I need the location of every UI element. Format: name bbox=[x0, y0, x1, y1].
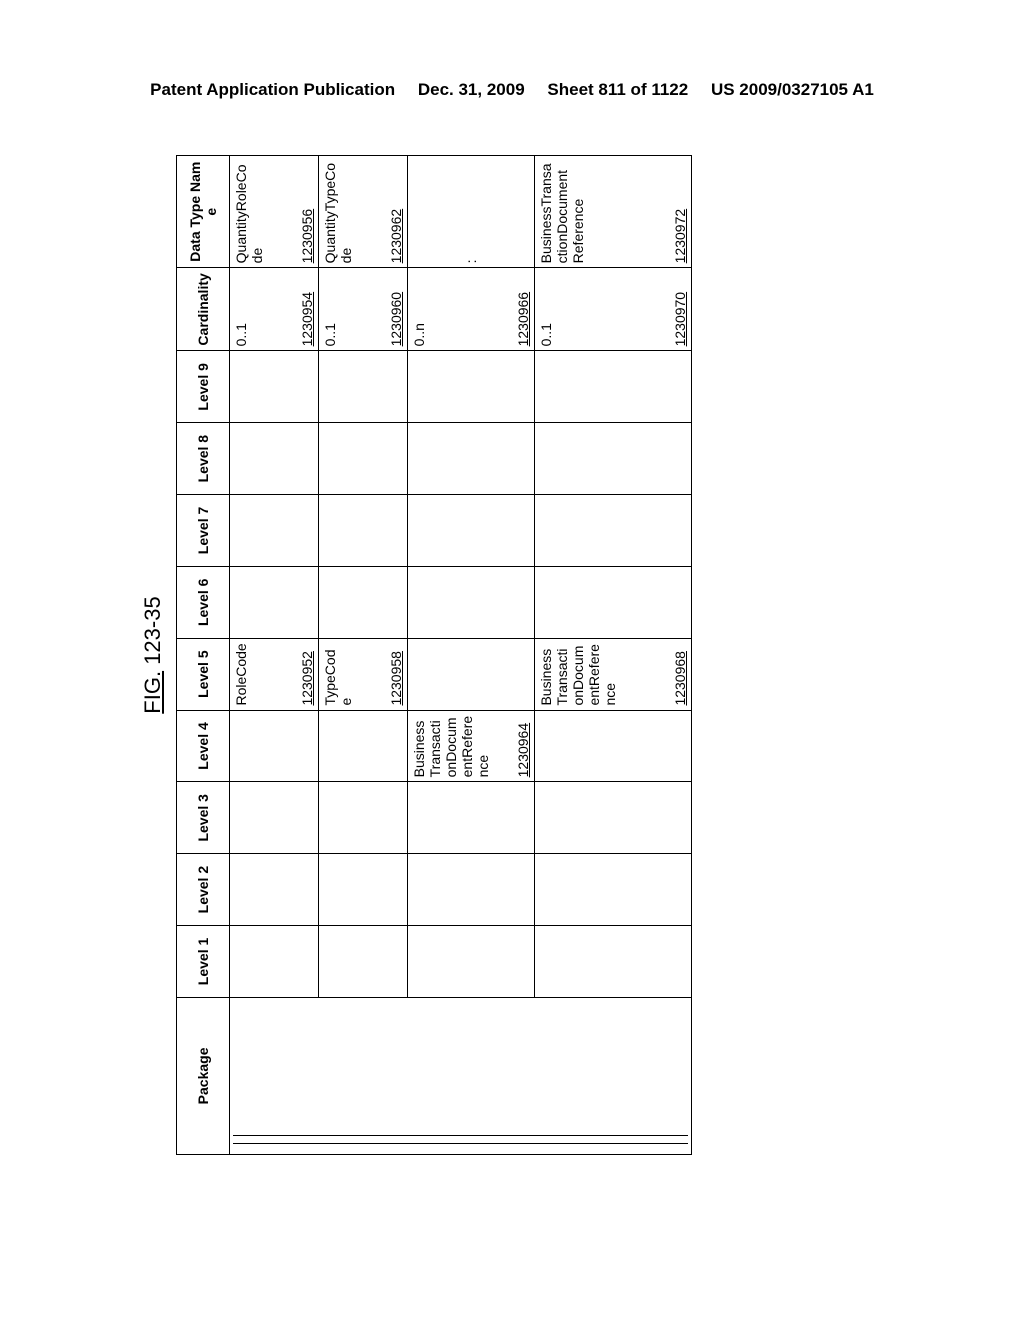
cell-l5-ref: 1230958 bbox=[388, 643, 404, 706]
cell-dtype-text: BusinessTransactionDocumentReference bbox=[538, 160, 586, 263]
cell-dtype: BusinessTransactionDocumentReference 123… bbox=[535, 156, 692, 268]
col-level-9: Level 9 bbox=[177, 351, 230, 423]
page-header: Patent Application Publication Dec. 31, … bbox=[0, 80, 1024, 100]
cell-l3 bbox=[408, 782, 535, 854]
cell-l1 bbox=[535, 926, 692, 998]
cell-l7 bbox=[535, 495, 692, 567]
cell-card-text: 0..1 bbox=[322, 272, 338, 346]
rotated-content: FIG. 123-35 Package Level 1 Level 2 Leve… bbox=[140, 155, 760, 1155]
cell-l3 bbox=[230, 782, 319, 854]
cell-l4 bbox=[230, 710, 319, 782]
col-level-1: Level 1 bbox=[177, 926, 230, 998]
col-package: Package bbox=[177, 997, 230, 1154]
cell-l8 bbox=[230, 423, 319, 495]
cell-l1 bbox=[408, 926, 535, 998]
col-level-4: Level 4 bbox=[177, 710, 230, 782]
cell-card-ref: 1230960 bbox=[388, 272, 404, 346]
cell-l4: BusinessTransactionDocumentReference 123… bbox=[408, 710, 535, 782]
cell-card-text: 0..1 bbox=[538, 272, 554, 346]
cell-l4-ref: 1230964 bbox=[515, 715, 531, 778]
cell-l8 bbox=[535, 423, 692, 495]
cell-card-text: 0..1 bbox=[233, 272, 249, 346]
col-level-7: Level 7 bbox=[177, 495, 230, 567]
cell-card: 0..1 1230970 bbox=[535, 268, 692, 351]
cell-l1 bbox=[319, 926, 408, 998]
cell-l5-text: BusinessTransactionDocumentReference bbox=[538, 643, 618, 706]
col-level-2: Level 2 bbox=[177, 854, 230, 926]
cell-l5: TypeCode 1230958 bbox=[319, 638, 408, 710]
cell-l7 bbox=[408, 495, 535, 567]
cell-l5-text: RoleCode bbox=[233, 643, 249, 706]
cell-l1 bbox=[230, 926, 319, 998]
col-level-6: Level 6 bbox=[177, 566, 230, 638]
cell-l8 bbox=[408, 423, 535, 495]
cell-l5-ref: 1230952 bbox=[299, 643, 315, 706]
figure-label-prefix: FIG. bbox=[140, 671, 165, 714]
data-table: Package Level 1 Level 2 Level 3 Level 4 … bbox=[176, 155, 692, 1155]
cell-dtype-ref: 1230972 bbox=[672, 160, 688, 263]
cell-dtype: : bbox=[408, 156, 535, 268]
cell-l6 bbox=[319, 566, 408, 638]
cell-l4 bbox=[319, 710, 408, 782]
header-left: Patent Application Publication bbox=[150, 80, 395, 99]
col-level-8: Level 8 bbox=[177, 423, 230, 495]
figure-label-number: 123-35 bbox=[140, 596, 165, 671]
header-right: US 2009/0327105 A1 bbox=[711, 80, 874, 99]
cell-l2 bbox=[535, 854, 692, 926]
cell-card-text: 0..n bbox=[411, 272, 427, 346]
cell-dtype: QuantityRoleCode 1230956 bbox=[230, 156, 319, 268]
cell-l5 bbox=[408, 638, 535, 710]
cell-card-ref: 1230966 bbox=[515, 272, 531, 346]
col-cardinality: Cardinality bbox=[177, 268, 230, 351]
cell-l5: BusinessTransactionDocumentReference 123… bbox=[535, 638, 692, 710]
cell-l6 bbox=[408, 566, 535, 638]
cell-card: 0..n 1230966 bbox=[408, 268, 535, 351]
cell-dtype-ref: 1230956 bbox=[299, 160, 315, 263]
cell-l3 bbox=[319, 782, 408, 854]
cell-card-ref: 1230954 bbox=[299, 272, 315, 346]
cell-dtype-text: QuantityRoleCode bbox=[233, 160, 265, 263]
cell-l5: RoleCode 1230952 bbox=[230, 638, 319, 710]
cell-card: 0..1 1230954 bbox=[230, 268, 319, 351]
cell-l6 bbox=[535, 566, 692, 638]
cell-l2 bbox=[230, 854, 319, 926]
cell-dtype-text: : bbox=[463, 160, 479, 263]
cell-l5-ref: 1230968 bbox=[672, 643, 688, 706]
cell-l8 bbox=[319, 423, 408, 495]
cell-package bbox=[230, 997, 692, 1154]
cell-l9 bbox=[319, 351, 408, 423]
col-data-type-name: Data Type Name bbox=[177, 156, 230, 268]
cell-l2 bbox=[319, 854, 408, 926]
cell-card-ref: 1230970 bbox=[672, 272, 688, 346]
cell-l7 bbox=[230, 495, 319, 567]
header-mid: Dec. 31, 2009 bbox=[418, 80, 525, 99]
cell-dtype-ref: 1230962 bbox=[388, 160, 404, 263]
cell-card: 0..1 1230960 bbox=[319, 268, 408, 351]
col-level-3: Level 3 bbox=[177, 782, 230, 854]
cell-l7 bbox=[319, 495, 408, 567]
cell-l2 bbox=[408, 854, 535, 926]
cell-l4-text: BusinessTransactionDocumentReference bbox=[411, 715, 491, 778]
cell-l9 bbox=[535, 351, 692, 423]
cell-l9 bbox=[408, 351, 535, 423]
header-sheet: Sheet 811 of 1122 bbox=[547, 80, 688, 99]
table-header-row: Package Level 1 Level 2 Level 3 Level 4 … bbox=[177, 156, 230, 1155]
cell-l3 bbox=[535, 782, 692, 854]
cell-l9 bbox=[230, 351, 319, 423]
figure-label: FIG. 123-35 bbox=[140, 155, 166, 1155]
cell-l4 bbox=[535, 710, 692, 782]
cell-l6 bbox=[230, 566, 319, 638]
table-row: RoleCode 1230952 0..1 1230954 bbox=[230, 156, 319, 1155]
cell-dtype-text: QuantityTypeCode bbox=[322, 160, 354, 263]
cell-dtype: QuantityTypeCode 1230962 bbox=[319, 156, 408, 268]
cell-l5-text: TypeCode bbox=[322, 643, 354, 706]
col-level-5: Level 5 bbox=[177, 638, 230, 710]
